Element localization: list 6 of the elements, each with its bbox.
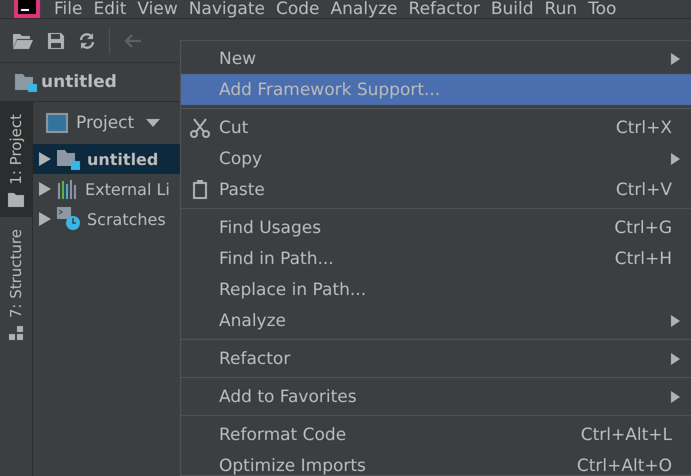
- shortcut-text: Ctrl+Alt+O: [576, 456, 672, 476]
- shortcut-text: Ctrl+X: [616, 118, 672, 138]
- shortcut-text: Ctrl+G: [614, 218, 672, 238]
- shortcut-text: Ctrl+H: [614, 248, 672, 268]
- shortcut-text: Ctrl+V: [616, 180, 672, 200]
- shortcut-text: Ctrl+Alt+L: [580, 424, 672, 444]
